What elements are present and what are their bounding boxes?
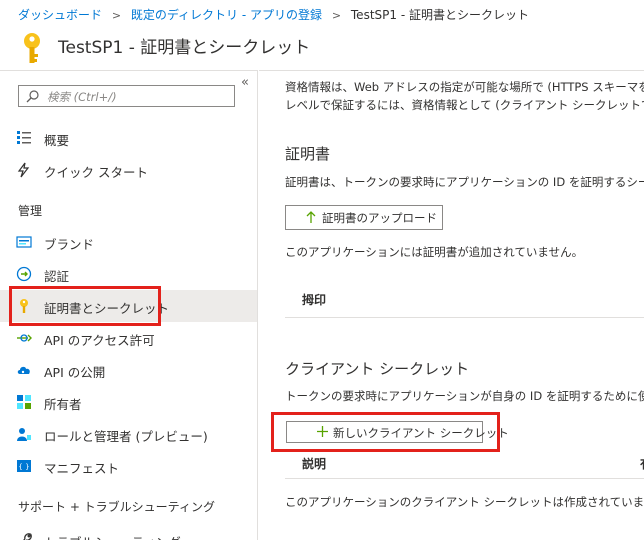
sidebar-item-owners[interactable]: 所有者 — [0, 386, 257, 418]
sidebar-item-label: クイック スタート — [44, 165, 148, 180]
api-permissions-icon — [17, 334, 32, 342]
sidebar-item-label: トラブルシューティング — [44, 532, 181, 540]
certificates-title: 証明書 — [285, 145, 331, 163]
sidebar-item-label: ロールと管理者 (プレビュー) — [44, 429, 208, 444]
highlight-certificates-secrets — [9, 286, 161, 326]
sidebar-item-troubleshooting[interactable]: トラブルシューティング — [0, 524, 257, 540]
manifest-icon: { } — [17, 460, 31, 472]
sidebar-item-manifest[interactable]: { } マニフェスト — [0, 450, 257, 482]
client-secrets-description: トークンの要求時にアプリケーションが自身の ID を証明するために使用す — [285, 389, 644, 403]
certificates-description: 証明書は、トークンの要求時にアプリケーションの ID を証明するシークレ — [285, 175, 644, 189]
overview-icon — [17, 131, 31, 144]
sidebar-item-label: 認証 — [44, 269, 70, 284]
sidebar-item-api-permissions[interactable]: API のアクセス許可 — [0, 322, 257, 354]
sidebar-item-label: 概要 — [44, 133, 70, 148]
sidebar-item-label: ブランド — [44, 237, 95, 252]
sidebar-section-support: サポート + トラブルシューティング — [18, 500, 215, 514]
collapse-sidebar-icon[interactable]: « — [241, 75, 249, 90]
roles-icon — [17, 428, 31, 441]
upload-arrow-icon — [306, 211, 316, 223]
lightning-icon — [17, 162, 30, 178]
column-thumbprint: 拇印 — [302, 293, 327, 307]
sidebar-section-manage: 管理 — [18, 204, 43, 218]
sidebar-item-quickstart[interactable]: クイック スタート — [0, 154, 257, 186]
troubleshoot-icon — [23, 533, 32, 540]
client-secrets-title: クライアント シークレット — [285, 360, 470, 378]
search-icon — [26, 90, 39, 103]
page-title: TestSP1 - 証明書とシークレット — [58, 38, 311, 58]
sidebar-item-overview[interactable]: 概要 — [0, 122, 257, 154]
search-placeholder: 検索 (Ctrl+/) — [47, 90, 117, 104]
breadcrumb: ダッシュボード > 既定のディレクトリ - アプリの登録 > TestSP1 -… — [0, 0, 644, 28]
column-description: 説明 — [302, 457, 327, 471]
sidebar-item-label: 所有者 — [44, 397, 82, 412]
sidebar-item-roles-admins[interactable]: ロールと管理者 (プレビュー) — [0, 418, 257, 450]
branding-icon — [16, 236, 32, 248]
authentication-icon — [16, 266, 32, 282]
client-secrets-empty-message: このアプリケーションのクライアント シークレットは作成されていません。 — [285, 495, 644, 509]
breadcrumb-current: TestSP1 - 証明書とシークレット — [350, 8, 529, 22]
certificates-table-header: 拇印 — [285, 289, 644, 318]
breadcrumb-app-registrations[interactable]: 既定のディレクトリ - アプリの登録 — [131, 8, 322, 22]
sidebar-item-expose-api[interactable]: API の公開 — [0, 354, 257, 386]
sidebar-item-branding[interactable]: ブランド — [0, 226, 257, 258]
upload-certificate-label: 証明書のアップロード — [322, 211, 437, 225]
sidebar-item-label: マニフェスト — [44, 461, 120, 476]
key-icon — [24, 33, 40, 63]
page-header: TestSP1 - 証明書とシークレット — [0, 28, 644, 70]
upload-certificate-button[interactable]: 証明書のアップロード — [285, 205, 443, 230]
column-expires: 有 — [640, 455, 644, 472]
svg-text:{ }: { } — [18, 463, 29, 471]
chevron-right-icon: > — [331, 9, 342, 22]
main-content: 資格情報は、Web アドレスの指定が可能な場所で (HTTPS スキーマを レベ… — [259, 70, 644, 540]
owners-icon — [17, 395, 31, 409]
client-secrets-table-header: 説明 有 — [285, 453, 644, 479]
chevron-right-icon: > — [111, 9, 122, 22]
sidebar-item-label: API の公開 — [44, 365, 106, 380]
intro-text-line2: レベルで保証するには、資格情報として (クライアント シークレットではなく — [285, 98, 644, 112]
highlight-new-client-secret — [271, 412, 500, 452]
search-input[interactable]: 検索 (Ctrl+/) — [18, 85, 235, 107]
breadcrumb-dashboard[interactable]: ダッシュボード — [18, 8, 102, 22]
certificates-empty-message: このアプリケーションには証明書が追加されていません。 — [285, 245, 584, 259]
sidebar-item-label: API のアクセス許可 — [44, 333, 155, 348]
cloud-icon — [17, 366, 30, 374]
intro-text-line1: 資格情報は、Web アドレスの指定が可能な場所で (HTTPS スキーマを — [285, 80, 644, 94]
